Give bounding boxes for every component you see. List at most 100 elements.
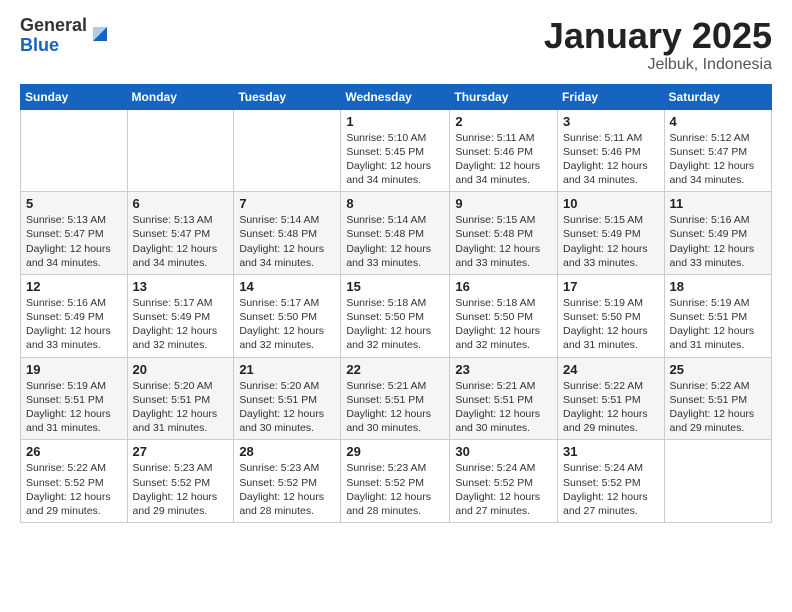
day-number-18: 18 — [670, 279, 766, 294]
day-info-2: Sunrise: 5:11 AMSunset: 5:46 PMDaylight:… — [455, 131, 552, 188]
cell-0-3: 1 Sunrise: 5:10 AMSunset: 5:45 PMDaylight… — [341, 109, 450, 192]
cell-1-0: 5Sunrise: 5:13 AMSunset: 5:47 PMDaylight… — [21, 192, 128, 275]
day-number-27: 27 — [133, 444, 229, 459]
day-info-24: Sunrise: 5:22 AMSunset: 5:51 PMDaylight:… — [563, 379, 659, 436]
day-info-13: Sunrise: 5:17 AMSunset: 5:49 PMDaylight:… — [133, 296, 229, 353]
day-info-20: Sunrise: 5:20 AMSunset: 5:51 PMDaylight:… — [133, 379, 229, 436]
day-number-2: 2 — [455, 114, 552, 129]
day-info-18: Sunrise: 5:19 AMSunset: 5:51 PMDaylight:… — [670, 296, 766, 353]
day-number-24: 24 — [563, 362, 659, 377]
header-sunday: Sunday — [21, 84, 128, 109]
weekday-header-row: Sunday Monday Tuesday Wednesday Thursday… — [21, 84, 772, 109]
header: General Blue January 2025 Jelbuk, Indone… — [20, 16, 772, 74]
day-info-31: Sunrise: 5:24 AMSunset: 5:52 PMDaylight:… — [563, 461, 659, 518]
cell-3-4: 23 Sunrise: 5:21 AMSunset: 5:51 PMDayligh… — [450, 357, 558, 440]
day-info-16: Sunrise: 5:18 AMSunset: 5:50 PMDaylight:… — [455, 296, 552, 353]
day-info-3: Sunrise: 5:11 AMSunset: 5:46 PMDaylight:… — [563, 131, 659, 188]
cell-1-1: 6Sunrise: 5:13 AMSunset: 5:47 PMDaylight… — [127, 192, 234, 275]
day-number-21: 21 — [239, 362, 335, 377]
cell-3-3: 22Sunrise: 5:21 AMSunset: 5:51 PMDayligh… — [341, 357, 450, 440]
day-info-21: Sunrise: 5:20 AMSunset: 5:51 PMDaylight:… — [239, 379, 335, 436]
day-number-26: 26 — [26, 444, 122, 459]
day-number-20: 20 — [133, 362, 229, 377]
header-tuesday: Tuesday — [234, 84, 341, 109]
day-info-11: Sunrise: 5:16 AMSunset: 5:49 PMDaylight:… — [670, 213, 766, 270]
day-number-12: 12 — [26, 279, 122, 294]
header-friday: Friday — [558, 84, 665, 109]
cell-1-6: 11 Sunrise: 5:16 AMSunset: 5:49 PMDayligh… — [664, 192, 771, 275]
cell-0-5: 3 Sunrise: 5:11 AMSunset: 5:46 PMDaylight… — [558, 109, 665, 192]
day-number-3: 3 — [563, 114, 659, 129]
day-info-7: Sunrise: 5:14 AMSunset: 5:48 PMDaylight:… — [239, 213, 335, 270]
header-wednesday: Wednesday — [341, 84, 450, 109]
day-number-11: 11 — [670, 196, 766, 211]
day-info-9: Sunrise: 5:15 AMSunset: 5:48 PMDaylight:… — [455, 213, 552, 270]
day-info-25: Sunrise: 5:22 AMSunset: 5:51 PMDaylight:… — [670, 379, 766, 436]
logo: General Blue — [20, 16, 111, 56]
week-row-0: 1 Sunrise: 5:10 AMSunset: 5:45 PMDaylight… — [21, 109, 772, 192]
day-info-12: Sunrise: 5:16 AMSunset: 5:49 PMDaylight:… — [26, 296, 122, 353]
cell-1-3: 8 Sunrise: 5:14 AMSunset: 5:48 PMDaylight… — [341, 192, 450, 275]
day-info-10: Sunrise: 5:15 AMSunset: 5:49 PMDaylight:… — [563, 213, 659, 270]
cell-4-4: 30Sunrise: 5:24 AMSunset: 5:52 PMDayligh… — [450, 440, 558, 523]
calendar-table: Sunday Monday Tuesday Wednesday Thursday… — [20, 84, 772, 523]
cell-2-1: 13 Sunrise: 5:17 AMSunset: 5:49 PMDayligh… — [127, 274, 234, 357]
day-info-26: Sunrise: 5:22 AMSunset: 5:52 PMDaylight:… — [26, 461, 122, 518]
cell-2-6: 18 Sunrise: 5:19 AMSunset: 5:51 PMDayligh… — [664, 274, 771, 357]
day-info-19: Sunrise: 5:19 AMSunset: 5:51 PMDaylight:… — [26, 379, 122, 436]
day-number-6: 6 — [133, 196, 229, 211]
day-info-8: Sunrise: 5:14 AMSunset: 5:48 PMDaylight:… — [346, 213, 444, 270]
day-info-30: Sunrise: 5:24 AMSunset: 5:52 PMDaylight:… — [455, 461, 552, 518]
day-number-9: 9 — [455, 196, 552, 211]
cell-1-5: 10 Sunrise: 5:15 AMSunset: 5:49 PMDayligh… — [558, 192, 665, 275]
cell-4-2: 28 Sunrise: 5:23 AMSunset: 5:52 PMDayligh… — [234, 440, 341, 523]
month-title: January 2025 — [544, 16, 772, 56]
day-number-10: 10 — [563, 196, 659, 211]
day-number-16: 16 — [455, 279, 552, 294]
header-thursday: Thursday — [450, 84, 558, 109]
day-number-7: 7 — [239, 196, 335, 211]
cell-0-6: 4Sunrise: 5:12 AMSunset: 5:47 PMDaylight… — [664, 109, 771, 192]
cell-4-1: 27Sunrise: 5:23 AMSunset: 5:52 PMDayligh… — [127, 440, 234, 523]
day-number-22: 22 — [346, 362, 444, 377]
cell-4-5: 31 Sunrise: 5:24 AMSunset: 5:52 PMDayligh… — [558, 440, 665, 523]
logo-general: General — [20, 16, 87, 36]
cell-0-1 — [127, 109, 234, 192]
day-number-1: 1 — [346, 114, 444, 129]
week-row-2: 12 Sunrise: 5:16 AMSunset: 5:49 PMDayligh… — [21, 274, 772, 357]
cell-3-0: 19Sunrise: 5:19 AMSunset: 5:51 PMDayligh… — [21, 357, 128, 440]
day-info-5: Sunrise: 5:13 AMSunset: 5:47 PMDaylight:… — [26, 213, 122, 270]
day-number-8: 8 — [346, 196, 444, 211]
location: Jelbuk, Indonesia — [544, 56, 772, 74]
cell-3-1: 20 Sunrise: 5:20 AMSunset: 5:51 PMDayligh… — [127, 357, 234, 440]
cell-3-6: 25 Sunrise: 5:22 AMSunset: 5:51 PMDayligh… — [664, 357, 771, 440]
cell-3-5: 24 Sunrise: 5:22 AMSunset: 5:51 PMDayligh… — [558, 357, 665, 440]
cell-1-4: 9 Sunrise: 5:15 AMSunset: 5:48 PMDaylight… — [450, 192, 558, 275]
cell-4-3: 29 Sunrise: 5:23 AMSunset: 5:52 PMDayligh… — [341, 440, 450, 523]
cell-0-2 — [234, 109, 341, 192]
week-row-3: 19Sunrise: 5:19 AMSunset: 5:51 PMDayligh… — [21, 357, 772, 440]
day-number-4: 4 — [670, 114, 766, 129]
week-row-1: 5Sunrise: 5:13 AMSunset: 5:47 PMDaylight… — [21, 192, 772, 275]
day-info-28: Sunrise: 5:23 AMSunset: 5:52 PMDaylight:… — [239, 461, 335, 518]
day-info-17: Sunrise: 5:19 AMSunset: 5:50 PMDaylight:… — [563, 296, 659, 353]
cell-4-0: 26 Sunrise: 5:22 AMSunset: 5:52 PMDayligh… — [21, 440, 128, 523]
cell-2-3: 15Sunrise: 5:18 AMSunset: 5:50 PMDayligh… — [341, 274, 450, 357]
day-info-29: Sunrise: 5:23 AMSunset: 5:52 PMDaylight:… — [346, 461, 444, 518]
day-number-31: 31 — [563, 444, 659, 459]
cell-0-0 — [21, 109, 128, 192]
day-info-15: Sunrise: 5:18 AMSunset: 5:50 PMDaylight:… — [346, 296, 444, 353]
day-info-1: Sunrise: 5:10 AMSunset: 5:45 PMDaylight:… — [346, 131, 444, 188]
day-info-23: Sunrise: 5:21 AMSunset: 5:51 PMDaylight:… — [455, 379, 552, 436]
day-info-14: Sunrise: 5:17 AMSunset: 5:50 PMDaylight:… — [239, 296, 335, 353]
day-number-28: 28 — [239, 444, 335, 459]
day-number-29: 29 — [346, 444, 444, 459]
day-number-25: 25 — [670, 362, 766, 377]
cell-4-6 — [664, 440, 771, 523]
day-number-13: 13 — [133, 279, 229, 294]
cell-2-5: 17Sunrise: 5:19 AMSunset: 5:50 PMDayligh… — [558, 274, 665, 357]
day-number-14: 14 — [239, 279, 335, 294]
day-number-23: 23 — [455, 362, 552, 377]
logo-icon — [89, 23, 111, 45]
header-saturday: Saturday — [664, 84, 771, 109]
